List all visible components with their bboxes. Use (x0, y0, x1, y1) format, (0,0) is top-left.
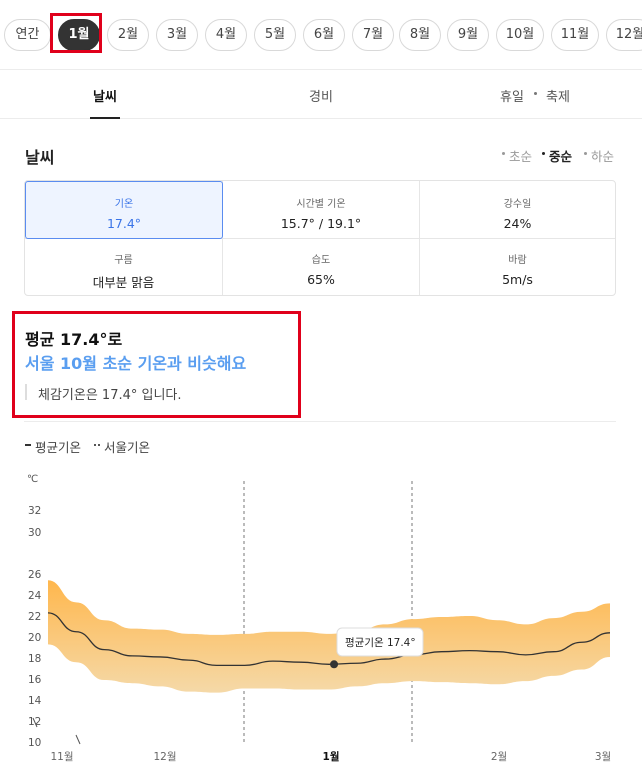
temperature-range-band (48, 580, 610, 693)
y-tick-label: 26 (28, 569, 42, 581)
y-tick-label: 24 (28, 590, 42, 602)
x-axis-labels: 11월 12월 1월 2월 3월 (50, 750, 611, 763)
temperature-chart: ℃ 1012141618202224263032 11월12월1월2월3월 평균… (27, 474, 611, 763)
highlight-point[interactable] (330, 660, 339, 669)
chart-tooltip: 평균기온 17.4° (336, 627, 424, 657)
y-tick-label: 10 (28, 737, 41, 749)
y-tick-label: 20 (28, 632, 41, 644)
axis-break-mark (75, 734, 81, 745)
y-tick-label: 22 (28, 611, 41, 623)
y-tick-label: 30 (28, 527, 41, 539)
x-tick-label: 1월 (323, 750, 340, 763)
x-tick-label: 3월 (595, 751, 611, 763)
tooltip-text: 평균기온 17.4° (345, 637, 416, 649)
y-axis-unit: ℃ (27, 474, 38, 485)
x-tick-label: 12월 (153, 751, 176, 763)
x-tick-label: 2월 (491, 751, 507, 763)
y-tick-label: 16 (28, 674, 42, 686)
x-tick-label: 11월 (50, 751, 73, 763)
y-axis-ticks: 1012141618202224263032 (28, 505, 42, 749)
y-tick-label: 32 (28, 505, 41, 517)
y-tick-label: 18 (28, 653, 41, 665)
y-tick-label: 14 (28, 695, 42, 707)
